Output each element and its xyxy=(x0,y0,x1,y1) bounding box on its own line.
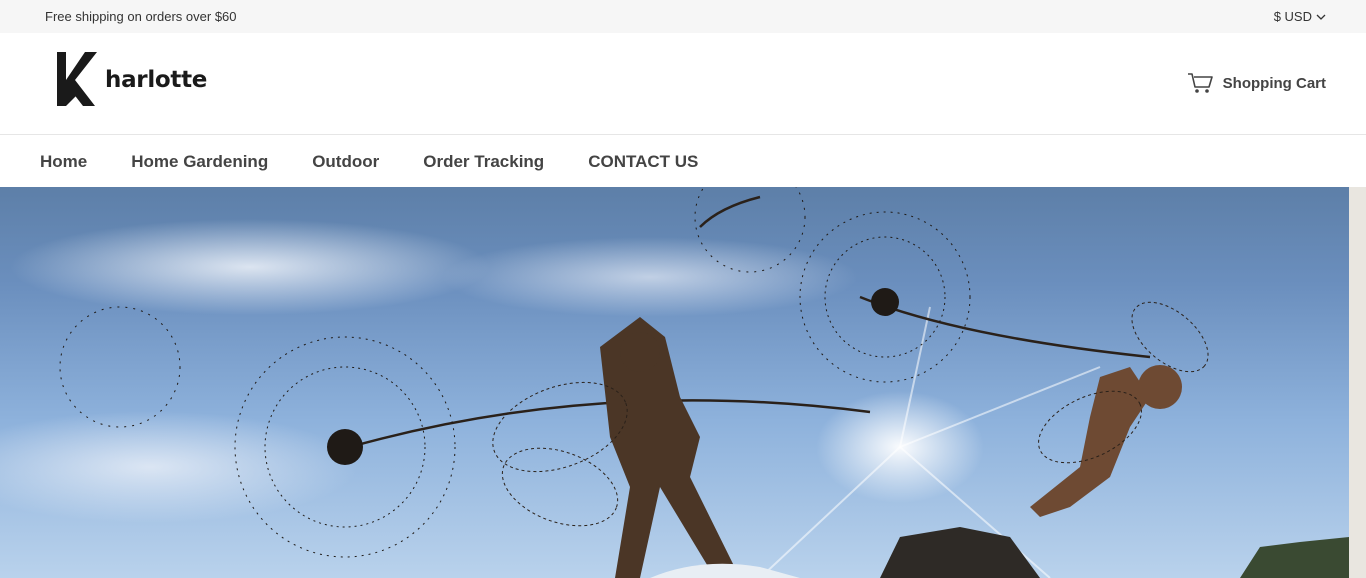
nav-item-home[interactable]: Home xyxy=(40,152,87,172)
nav-item-order-tracking[interactable]: Order Tracking xyxy=(423,152,544,172)
nav-item-contact-us[interactable]: CONTACT US xyxy=(588,152,698,172)
main-navigation: Home Home Gardening Outdoor Order Tracki… xyxy=(0,136,1366,187)
nav-item-outdoor[interactable]: Outdoor xyxy=(312,152,379,172)
site-header: harlotte Shopping Cart xyxy=(0,33,1366,135)
logo-text: harlotte xyxy=(105,67,208,93)
currency-label: $ USD xyxy=(1273,9,1312,24)
dandelion-heads xyxy=(59,187,971,558)
shopping-cart-icon xyxy=(1187,73,1213,93)
announcement-bar: Free shipping on orders over $60 $ USD xyxy=(0,0,1366,33)
logo-k-mark-icon xyxy=(57,52,97,106)
brand-logo[interactable]: harlotte xyxy=(55,50,207,108)
hero-banner-image[interactable] xyxy=(0,187,1349,578)
chevron-down-icon xyxy=(1316,14,1326,20)
shopping-cart-label: Shopping Cart xyxy=(1222,74,1326,92)
dandelion-fairy-sculpture-illustration xyxy=(59,187,1349,578)
shopping-cart-link[interactable]: Shopping Cart xyxy=(1187,71,1326,95)
shipping-notice: Free shipping on orders over $60 xyxy=(45,9,237,24)
nav-item-home-gardening[interactable]: Home Gardening xyxy=(131,152,268,172)
page-scrollbar[interactable] xyxy=(1349,187,1366,578)
currency-selector[interactable]: $ USD xyxy=(1274,9,1326,24)
